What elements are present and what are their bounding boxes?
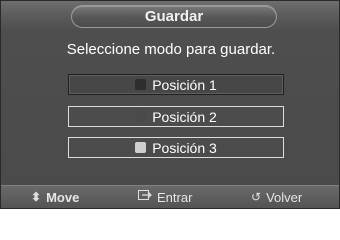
move-hint: ⬍ Move	[31, 190, 79, 205]
option-label: Posición 1	[152, 76, 217, 93]
save-dialog: Guardar Seleccione modo para guardar. Po…	[0, 0, 340, 209]
position-2-swatch-icon	[135, 111, 147, 122]
return-hint-label: Volver	[266, 189, 303, 205]
option-position-2[interactable]: Posición 2	[68, 106, 284, 127]
return-hint[interactable]: ↺ Volver	[251, 190, 302, 205]
footer-hint-bar: ⬍ Move Entrar ↺ Volver	[1, 185, 339, 208]
enter-hint[interactable]: Entrar	[138, 190, 192, 205]
option-position-3[interactable]: Posición 3	[68, 137, 284, 158]
enter-icon	[138, 190, 152, 204]
return-icon: ↺	[251, 190, 262, 204]
dialog-prompt: Seleccione modo para guardar.	[66, 41, 276, 58]
dialog-title-bar: Guardar	[71, 5, 277, 28]
option-label: Posición 2	[152, 108, 217, 125]
up-down-arrows-icon: ⬍	[31, 190, 42, 204]
dialog-title: Guardar	[144, 8, 204, 25]
option-position-1[interactable]: Posición 1	[68, 74, 284, 95]
position-3-swatch-icon	[135, 142, 147, 153]
option-label: Posición 3	[152, 139, 217, 156]
enter-hint-label: Entrar	[157, 189, 193, 205]
move-hint-label: Move	[46, 189, 80, 205]
position-1-swatch-icon	[135, 79, 147, 90]
